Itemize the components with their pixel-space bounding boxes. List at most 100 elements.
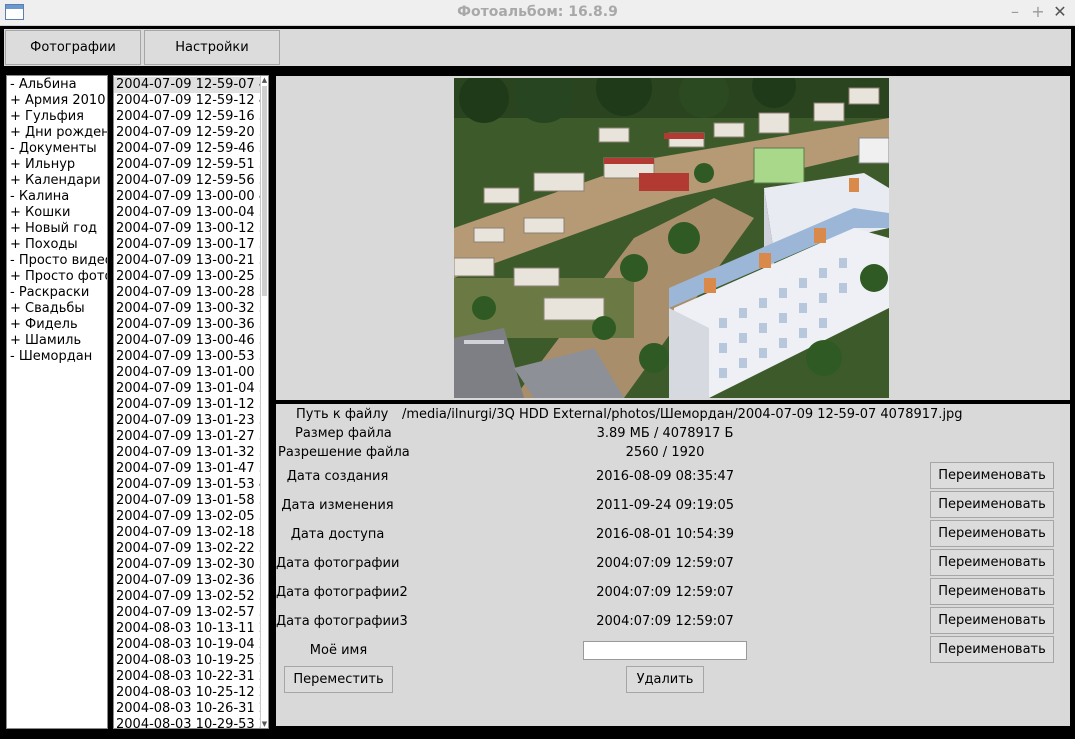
- file-list-item[interactable]: 2004-07-09 13-01-04 3: [114, 381, 260, 397]
- file-list-item[interactable]: 2004-07-09 12-59-20 3: [114, 125, 260, 141]
- file-list-item[interactable]: 2004-08-03 10-13-11 2: [114, 621, 260, 637]
- file-list-item[interactable]: 2004-07-09 13-01-00 3: [114, 365, 260, 381]
- photo-date3-label: Дата фотографии3: [276, 614, 408, 629]
- album-tree-item[interactable]: + Ильнур: [7, 157, 107, 173]
- rename-accessed-button[interactable]: Переименовать: [930, 520, 1054, 547]
- file-list-item[interactable]: 2004-07-09 13-01-23 3: [114, 413, 260, 429]
- rename-modified-button[interactable]: Переименовать: [930, 491, 1054, 518]
- file-list-item[interactable]: 2004-08-03 10-22-31 2: [114, 669, 260, 685]
- file-list-item[interactable]: 2004-07-09 13-00-00 4: [114, 189, 260, 205]
- path-label: Путь к файлу: [296, 407, 389, 422]
- photo-preview-area: [276, 76, 1070, 400]
- file-list-item[interactable]: 2004-07-09 13-00-46 3: [114, 333, 260, 349]
- maximize-icon[interactable]: +: [1028, 2, 1048, 22]
- file-list-item[interactable]: 2004-08-03 10-19-04 2: [114, 637, 260, 653]
- file-list-item[interactable]: 2004-07-09 13-01-32 3: [114, 445, 260, 461]
- file-list-item[interactable]: 2004-07-09 12-59-56 3: [114, 173, 260, 189]
- path-value: /media/ilnurgi/3Q HDD External/photos/Ше…: [402, 407, 963, 422]
- album-tree-item[interactable]: - Документы: [7, 141, 107, 157]
- rename-photo-date3-button[interactable]: Переименовать: [930, 607, 1054, 634]
- album-tree-item[interactable]: + Свадьбы: [7, 301, 107, 317]
- rename-photo-date-button[interactable]: Переименовать: [930, 549, 1054, 576]
- scroll-down-icon[interactable]: ▼: [261, 720, 268, 728]
- file-list-item[interactable]: 2004-07-09 13-00-12 3: [114, 221, 260, 237]
- accessed-label: Дата доступа: [290, 527, 385, 542]
- scroll-up-icon[interactable]: ▲: [261, 76, 268, 84]
- scrollbar-thumb[interactable]: [262, 86, 267, 296]
- photos-tab-button[interactable]: Фотографии: [5, 30, 141, 65]
- file-list-scrollbar[interactable]: ▲ ▼: [260, 76, 267, 728]
- album-tree-item[interactable]: + Новый год: [7, 221, 107, 237]
- file-list-item[interactable]: 2004-07-09 12-59-16 3: [114, 109, 260, 125]
- file-list-item[interactable]: 2004-07-09 12-59-07 4: [114, 77, 260, 93]
- size-label: Размер файла: [295, 426, 392, 441]
- file-list-item[interactable]: 2004-07-09 12-59-12 4: [114, 93, 260, 109]
- file-list-item[interactable]: 2004-07-09 13-00-21 3: [114, 253, 260, 269]
- toolbar: Фотографии Настройки: [4, 29, 1071, 66]
- file-list-item[interactable]: 2004-07-09 13-00-25 3: [114, 269, 260, 285]
- album-tree-item[interactable]: + Шамиль: [7, 333, 107, 349]
- file-list-item[interactable]: 2004-07-09 13-00-04 3: [114, 205, 260, 221]
- file-list-item[interactable]: 2004-07-09 13-00-53 3: [114, 349, 260, 365]
- file-list-item[interactable]: 2004-07-09 13-01-58 3: [114, 493, 260, 509]
- album-tree-item[interactable]: - Альбина: [7, 77, 107, 93]
- resolution-label: Разрешение файла: [278, 445, 410, 460]
- file-list-item[interactable]: 2004-07-09 13-00-17 3: [114, 237, 260, 253]
- file-list-item[interactable]: 2004-07-09 13-01-53 4: [114, 477, 260, 493]
- rename-my-name-button[interactable]: Переименовать: [930, 636, 1054, 663]
- file-list-item[interactable]: 2004-07-09 12-59-46 3: [114, 141, 260, 157]
- rename-created-button[interactable]: Переименовать: [930, 462, 1054, 489]
- close-icon[interactable]: ✕: [1050, 2, 1070, 22]
- album-tree-item[interactable]: - Просто видео: [7, 253, 107, 269]
- file-list-item[interactable]: 2004-07-09 13-02-18 3: [114, 525, 260, 541]
- album-tree-item[interactable]: + Календари: [7, 173, 107, 189]
- size-value: 3.89 МБ / 4078917 Б: [596, 426, 734, 441]
- photo-date-value: 2004:07:09 12:59:07: [596, 556, 734, 571]
- file-list-item[interactable]: 2004-07-09 13-00-28 3: [114, 285, 260, 301]
- file-list-item[interactable]: 2004-07-09 13-02-30 3: [114, 557, 260, 573]
- my-name-input[interactable]: [583, 641, 747, 660]
- album-tree-item[interactable]: + Армия 2010: [7, 93, 107, 109]
- file-list-item[interactable]: 2004-08-03 10-29-53 2: [114, 717, 260, 728]
- minimize-icon[interactable]: –: [1005, 2, 1025, 22]
- resolution-value: 2560 / 1920: [625, 445, 705, 460]
- file-list-item[interactable]: 2004-08-03 10-26-31 2: [114, 701, 260, 717]
- album-tree-item[interactable]: + Походы: [7, 237, 107, 253]
- album-tree-item[interactable]: + Просто фото: [7, 269, 107, 285]
- album-tree[interactable]: - Альбина + Армия 2010 + Гульфия + Дни рожд…: [6, 75, 108, 729]
- album-tree-item[interactable]: + Фидель: [7, 317, 107, 333]
- delete-button[interactable]: Удалить: [626, 666, 704, 693]
- move-button[interactable]: Переместить: [284, 666, 393, 693]
- photo-preview[interactable]: [454, 78, 889, 398]
- photo-date2-label: Дата фотографии2: [276, 585, 408, 600]
- created-label: Дата создания: [286, 469, 389, 484]
- file-list-item[interactable]: 2004-07-09 13-02-57 3: [114, 605, 260, 621]
- file-list-item[interactable]: 2004-07-09 13-00-32 3: [114, 301, 260, 317]
- album-tree-item[interactable]: + Гульфия: [7, 109, 107, 125]
- rename-photo-date2-button[interactable]: Переименовать: [930, 578, 1054, 605]
- photo-date2-value: 2004:07:09 12:59:07: [596, 585, 734, 600]
- settings-tab-button[interactable]: Настройки: [144, 30, 280, 65]
- window-title: Фотоальбом: 16.8.9: [457, 4, 618, 20]
- accessed-value: 2016-08-01 10:54:39: [595, 527, 735, 542]
- album-tree-item[interactable]: - Раскраски: [7, 285, 107, 301]
- file-list[interactable]: 2004-07-09 12-59-07 4 2004-07-09 12-59-12…: [113, 75, 269, 729]
- file-list-item[interactable]: 2004-07-09 13-00-36 3: [114, 317, 260, 333]
- file-list-item[interactable]: 2004-07-09 13-01-47 3: [114, 461, 260, 477]
- file-list-item[interactable]: 2004-07-09 13-01-12 3: [114, 397, 260, 413]
- title-bar: Фотоальбом: 16.8.9 – + ✕: [0, 0, 1075, 26]
- file-list-item[interactable]: 2004-08-03 10-25-12 2: [114, 685, 260, 701]
- modified-value: 2011-09-24 09:19:05: [595, 498, 735, 513]
- file-list-item[interactable]: 2004-07-09 13-02-52 3: [114, 589, 260, 605]
- album-tree-item[interactable]: - Шемордан: [7, 349, 107, 365]
- file-list-item[interactable]: 2004-07-09 13-02-36 3: [114, 573, 260, 589]
- file-list-item[interactable]: 2004-07-09 13-02-05 3: [114, 509, 260, 525]
- file-list-item[interactable]: 2004-07-09 13-02-22 3: [114, 541, 260, 557]
- file-list-item[interactable]: 2004-07-09 13-01-27 3: [114, 429, 260, 445]
- album-tree-item[interactable]: + Кошки: [7, 205, 107, 221]
- album-tree-item[interactable]: - Калина: [7, 189, 107, 205]
- file-list-item[interactable]: 2004-08-03 10-19-25 2: [114, 653, 260, 669]
- file-list-item[interactable]: 2004-07-09 12-59-51 3: [114, 157, 260, 173]
- album-tree-item[interactable]: + Дни рождения: [7, 125, 107, 141]
- created-value: 2016-08-09 08:35:47: [595, 469, 735, 484]
